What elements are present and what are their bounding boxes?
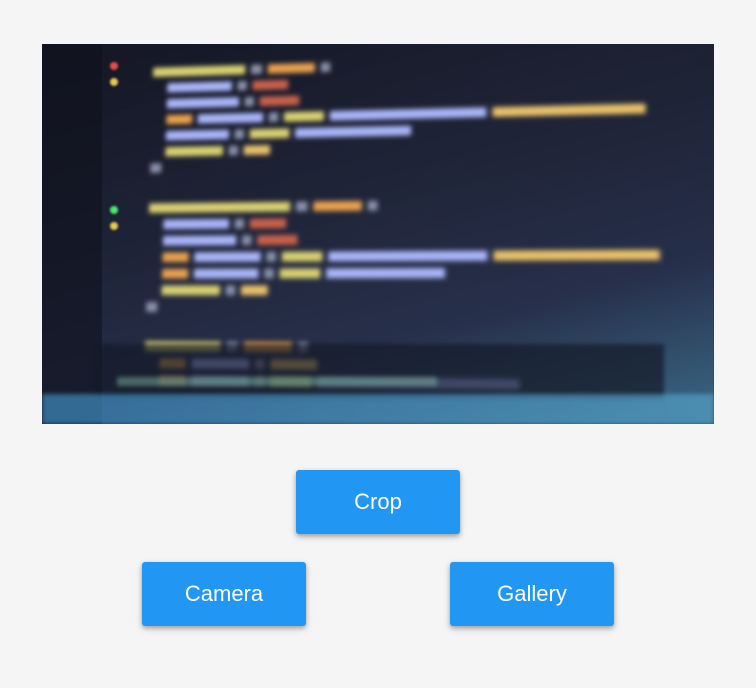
buttons-area: Crop Camera Gallery xyxy=(42,470,714,626)
gallery-button[interactable]: Gallery xyxy=(450,562,614,626)
terminal-band-decoration xyxy=(92,344,664,399)
crop-button[interactable]: Crop xyxy=(296,470,460,534)
source-button-row: Camera Gallery xyxy=(42,562,714,626)
terminal-text-decoration xyxy=(117,377,437,386)
camera-button[interactable]: Camera xyxy=(142,562,306,626)
status-bar-decoration xyxy=(42,394,714,424)
image-preview xyxy=(42,44,714,424)
editor-gutter-decoration xyxy=(104,54,124,334)
